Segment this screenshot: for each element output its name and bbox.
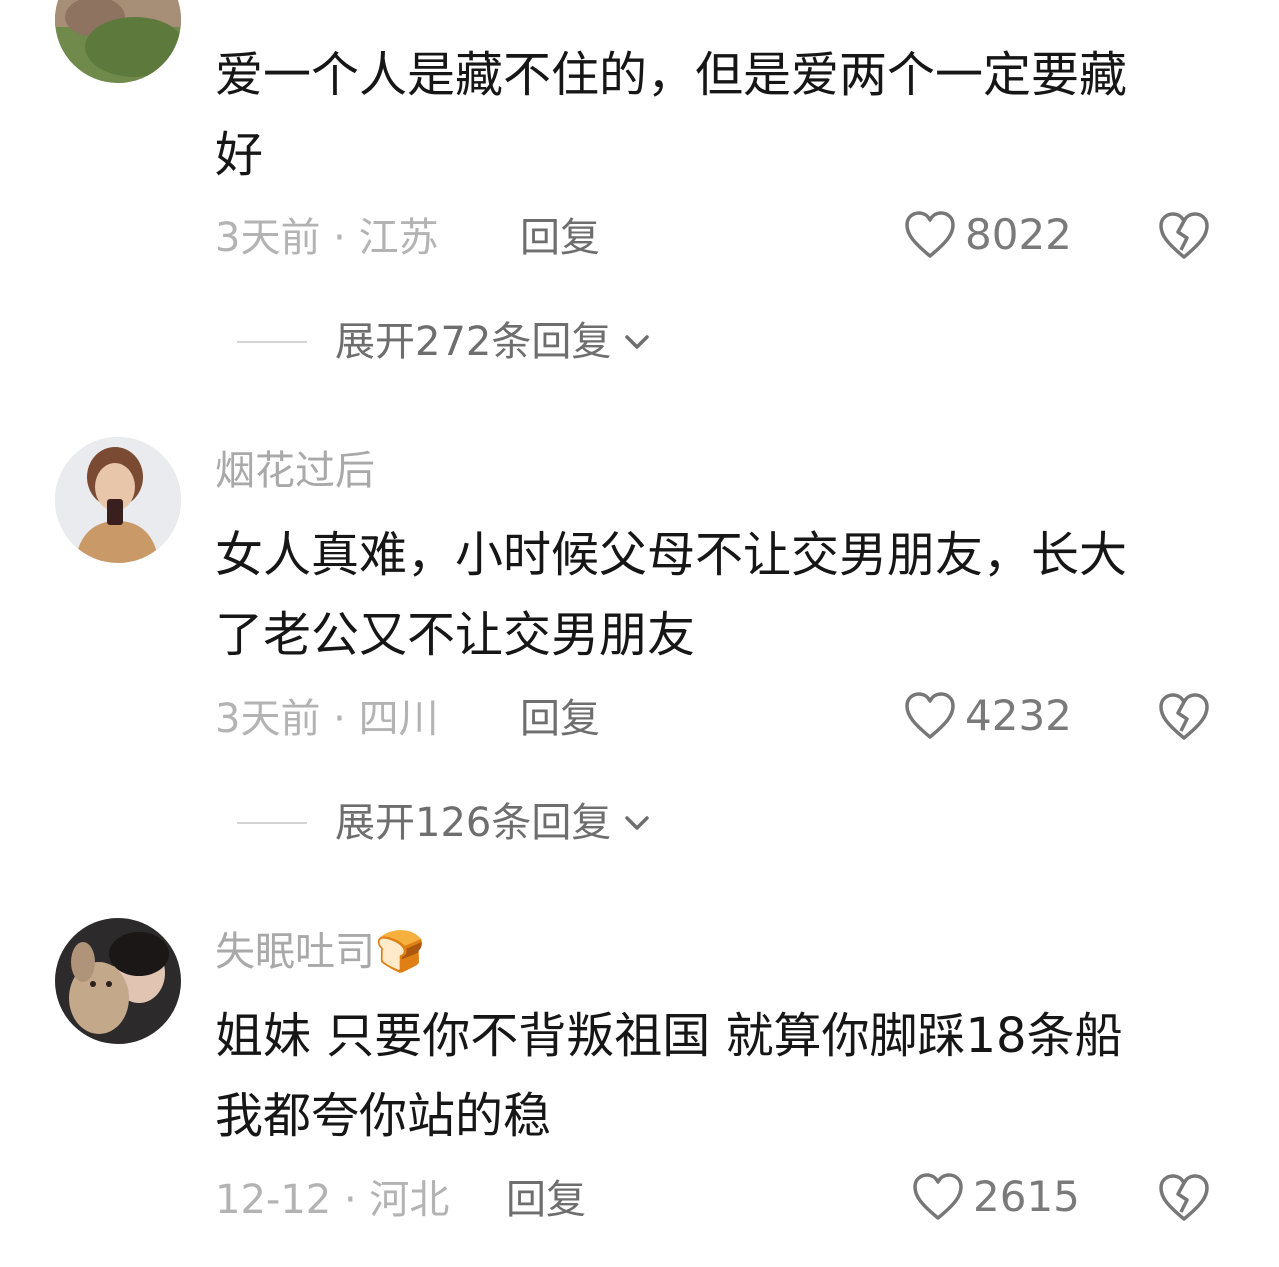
broken-heart-icon [1159, 693, 1209, 740]
comment-location: 河北 [369, 1177, 450, 1223]
dislike-button[interactable] [1157, 1172, 1211, 1228]
comment-text: 女人真难，小时候父母不让交男朋友，长大 了老公又不让交男朋友 [215, 527, 1128, 663]
like-button[interactable]: 8022 [903, 209, 1072, 261]
dislike-button[interactable] [1157, 210, 1211, 266]
comment-meta: 3天前 · 江苏 [215, 214, 439, 262]
comment-location: 四川 [358, 696, 439, 742]
chevron-down-icon [625, 335, 650, 349]
username[interactable]: 失眠吐司🍞 [215, 928, 425, 976]
like-count: 2615 [973, 1172, 1080, 1221]
comment-time: 12-12 [215, 1177, 332, 1223]
comment-time: 3天前 [215, 696, 321, 742]
like-button[interactable]: 2615 [911, 1171, 1080, 1223]
comment-text: 姐妹 只要你不背叛祖国 就算你脚踩18条船 我都夸你站的稳 [215, 1008, 1123, 1144]
meta-separator: · [333, 215, 346, 261]
comment-text: 爱一个人是藏不住的，但是爱两个一定要藏 好 [215, 47, 1128, 183]
dislike-button[interactable] [1157, 691, 1211, 747]
like-count: 8022 [965, 210, 1072, 259]
expand-replies-label: 展开126条回复 [335, 800, 612, 846]
meta-separator: · [343, 1177, 357, 1223]
comment-meta: 3天前 · 四川 [215, 695, 439, 743]
meta-separator: · [333, 696, 346, 742]
comment-meta: 12-12 · 河北 [215, 1176, 449, 1224]
reply-button[interactable]: 回复 [520, 214, 600, 262]
comment-time: 3天前 [215, 215, 321, 261]
expand-replies[interactable]: 展开272条回复 [237, 318, 657, 366]
heart-outline-icon [905, 692, 955, 739]
like-count: 4232 [965, 691, 1072, 740]
avatar[interactable] [55, 918, 181, 1044]
broken-heart-icon [1159, 1174, 1209, 1221]
broken-heart-icon [1159, 212, 1209, 259]
divider [237, 822, 307, 824]
reply-button[interactable]: 回复 [506, 1176, 586, 1224]
username[interactable]: 烟花过后 [215, 447, 375, 495]
like-button[interactable]: 4232 [903, 690, 1072, 742]
expand-replies-label: 展开272条回复 [335, 319, 612, 365]
divider [237, 341, 307, 343]
comment-location: 江苏 [358, 215, 439, 261]
chevron-down-icon [625, 816, 650, 830]
expand-replies[interactable]: 展开126条回复 [237, 799, 657, 847]
avatar[interactable] [55, 437, 181, 563]
avatar[interactable] [55, 0, 181, 83]
reply-button[interactable]: 回复 [520, 695, 600, 743]
heart-outline-icon [913, 1173, 963, 1220]
heart-outline-icon [905, 211, 955, 258]
